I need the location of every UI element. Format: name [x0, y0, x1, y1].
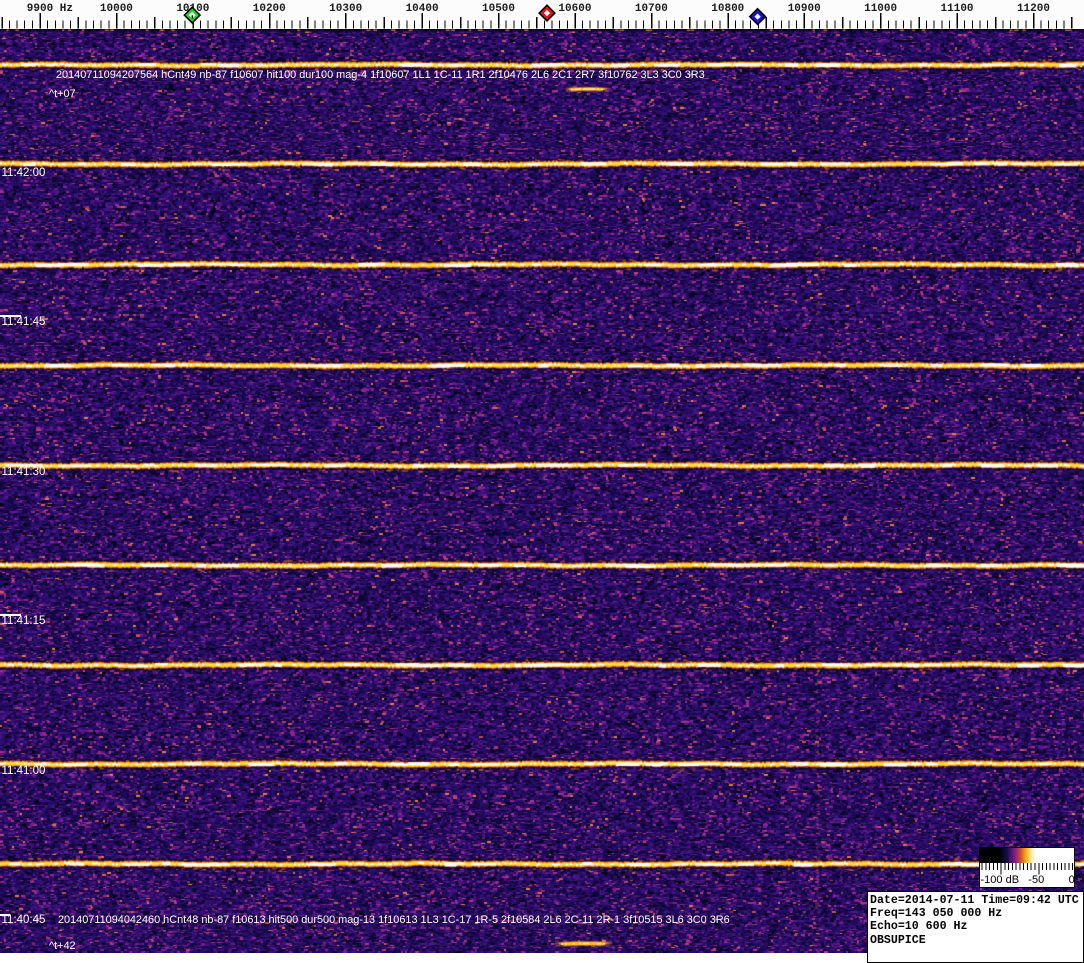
- svg-text:10600: 10600: [558, 3, 591, 15]
- svg-text:10500: 10500: [482, 3, 515, 15]
- svg-text:11100: 11100: [941, 3, 974, 15]
- svg-text:10200: 10200: [253, 3, 286, 15]
- svg-text:10800: 10800: [711, 3, 744, 15]
- svg-text:11000: 11000: [864, 3, 897, 15]
- svg-text:10900: 10900: [788, 3, 821, 15]
- svg-text:10700: 10700: [635, 3, 668, 15]
- svg-text:10300: 10300: [329, 3, 362, 15]
- svg-text:11200: 11200: [1017, 3, 1050, 15]
- svg-text:9900: 9900: [27, 3, 53, 15]
- svg-text:10400: 10400: [406, 3, 439, 15]
- svg-text:Hz: Hz: [60, 3, 73, 15]
- svg-text:10000: 10000: [100, 3, 133, 15]
